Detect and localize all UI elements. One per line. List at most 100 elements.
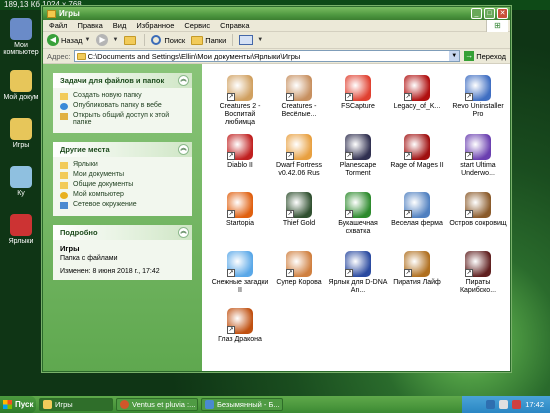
folder-icon bbox=[47, 9, 56, 18]
back-button[interactable]: ◀ Назад ▼ bbox=[47, 34, 90, 46]
menu-favorites[interactable]: Избранное bbox=[136, 21, 174, 30]
shortcut-arrow-icon: ↗ bbox=[227, 326, 235, 334]
file-item[interactable]: ↗ Остров сокровищ bbox=[448, 192, 508, 228]
network-tray-icon[interactable] bbox=[486, 400, 496, 409]
views-button[interactable]: ▼ bbox=[239, 35, 263, 45]
taskbar-button-paint[interactable]: Безымянный - Б... bbox=[201, 398, 283, 411]
window-titlebar[interactable]: Игры _ □ ✕ bbox=[43, 7, 510, 20]
task-pane: Задачи для файлов и папок ︽ Создать нову… bbox=[43, 64, 202, 371]
file-item[interactable]: ↗ Rage of Mages II bbox=[387, 134, 447, 170]
taskbar-button-browser[interactable]: Ventus et pluvia :... bbox=[116, 398, 198, 411]
file-item[interactable]: ↗ FSCapture bbox=[328, 75, 388, 111]
folders-icon bbox=[191, 35, 204, 45]
file-label: start Ultima Underwo... bbox=[460, 162, 496, 177]
file-item[interactable]: ↗ start Ultima Underwo... bbox=[448, 134, 508, 178]
menu-view[interactable]: Вид bbox=[113, 21, 127, 30]
file-label: Thief Gold bbox=[282, 220, 316, 227]
file-item[interactable]: ↗ Creatures - Весёлые... bbox=[269, 75, 329, 119]
app-icon bbox=[10, 166, 32, 188]
place-my-computer[interactable]: Мой компьютер bbox=[60, 191, 186, 199]
file-item[interactable]: ↗ Пираты Карибско... bbox=[448, 251, 508, 295]
explorer-window: Игры _ □ ✕ Файл Правка Вид Избранное Сер… bbox=[42, 6, 511, 372]
shortcut-arrow-icon: ↗ bbox=[227, 269, 235, 277]
address-input[interactable]: C:\Documents and Settings\Ellin\Мои доку… bbox=[73, 50, 461, 62]
island-icon: ↗ bbox=[465, 192, 491, 218]
computer-icon bbox=[60, 192, 68, 199]
maximize-button[interactable]: □ bbox=[484, 8, 495, 19]
file-item[interactable]: ↗ Ярлык для D-DNA An... bbox=[328, 251, 388, 295]
shortcut-arrow-icon: ↗ bbox=[286, 93, 294, 101]
file-item[interactable]: ↗ Legacy_of_K... bbox=[387, 75, 447, 111]
file-item[interactable]: ↗ Startopia bbox=[210, 192, 270, 228]
file-item[interactable]: ↗ Dwarf Fortress v0.42.06 Rus bbox=[269, 134, 329, 178]
network-icon bbox=[60, 202, 68, 209]
places-panel-header[interactable]: Другие места ︽ bbox=[53, 142, 192, 157]
details-modified: Изменен: 8 июня 2018 г., 17:42 bbox=[60, 268, 160, 275]
file-label: Супер Корова bbox=[276, 279, 322, 286]
go-button[interactable]: → Переход bbox=[464, 51, 506, 61]
up-button[interactable] bbox=[124, 35, 138, 45]
menu-help[interactable]: Справка bbox=[220, 21, 249, 30]
file-item[interactable]: ↗ Пиратия Лайф bbox=[387, 251, 447, 287]
file-item[interactable]: ↗ Веселая ферма bbox=[387, 192, 447, 228]
globe-icon bbox=[60, 103, 68, 110]
language-tray-icon[interactable] bbox=[512, 400, 522, 409]
place-label: Мой компьютер bbox=[73, 191, 124, 198]
menu-tools[interactable]: Сервис bbox=[184, 21, 210, 30]
file-item[interactable]: ↗ Revo Uninstaller Pro bbox=[448, 75, 508, 119]
place-network[interactable]: Сетевое окружение bbox=[60, 201, 186, 209]
snow-icon: ↗ bbox=[227, 251, 253, 277]
details-panel-header[interactable]: Подробно ︽ bbox=[53, 225, 192, 240]
desktop-icon-my-documents[interactable]: Мой докум bbox=[0, 70, 42, 101]
browser-icon bbox=[120, 400, 129, 409]
shortcut-arrow-icon: ↗ bbox=[286, 152, 294, 160]
file-item[interactable]: ↗ Супер Корова bbox=[269, 251, 329, 287]
file-item[interactable]: ↗ Глаз Дракона bbox=[210, 308, 270, 344]
collapse-chevron-icon[interactable]: ︽ bbox=[178, 144, 189, 155]
task-share-folder[interactable]: Открыть общий доступ к этой папке bbox=[60, 112, 186, 126]
desktop-icon-games[interactable]: Игры bbox=[0, 118, 42, 149]
forward-button[interactable]: ▶ ▼ bbox=[96, 34, 118, 46]
folders-label: Папки bbox=[205, 35, 227, 45]
desktop-icon-my-computer[interactable]: Мои компьютер bbox=[0, 18, 42, 56]
task-new-folder[interactable]: Создать новую папку bbox=[60, 92, 186, 100]
file-item[interactable]: ↗ Букашечная схватка bbox=[328, 192, 388, 236]
minimize-button[interactable]: _ bbox=[471, 8, 482, 19]
startopia-icon: ↗ bbox=[227, 192, 253, 218]
file-item[interactable]: ↗ Снежные загадки II bbox=[210, 251, 270, 295]
start-button[interactable]: Пуск bbox=[0, 396, 36, 413]
chevron-down-icon[interactable]: ▼ bbox=[449, 51, 460, 61]
place-label: Мои документы bbox=[73, 171, 125, 178]
file-item[interactable]: ↗ Creatures 2 - Воспитай любимца bbox=[210, 75, 270, 127]
tasks-panel-header[interactable]: Задачи для файлов и папок ︽ bbox=[53, 73, 192, 88]
collapse-chevron-icon[interactable]: ︽ bbox=[178, 75, 189, 86]
shortcut-arrow-icon: ↗ bbox=[227, 93, 235, 101]
tasks-panel: Задачи для файлов и папок ︽ Создать нову… bbox=[53, 73, 192, 133]
taskbar-button-games[interactable]: Игры bbox=[39, 398, 113, 411]
collapse-chevron-icon[interactable]: ︽ bbox=[178, 227, 189, 238]
search-button[interactable]: Поиск bbox=[151, 35, 185, 45]
place-shared-documents[interactable]: Общие документы bbox=[60, 181, 186, 189]
folders-button[interactable]: Папки bbox=[191, 35, 227, 45]
shortcut-arrow-icon: ↗ bbox=[227, 152, 235, 160]
volume-tray-icon[interactable] bbox=[499, 400, 509, 409]
menu-file[interactable]: Файл bbox=[49, 21, 67, 30]
task-publish-web[interactable]: Опубликовать папку в вебе bbox=[60, 102, 186, 110]
thief-icon: ↗ bbox=[286, 192, 312, 218]
tasks-panel-title: Задачи для файлов и папок bbox=[60, 76, 165, 85]
place-my-documents[interactable]: Мои документы bbox=[60, 171, 186, 179]
file-item[interactable]: ↗ Diablo II bbox=[210, 134, 270, 170]
close-button[interactable]: ✕ bbox=[497, 8, 508, 19]
desktop-icon-app[interactable]: Ку bbox=[0, 166, 42, 197]
desktop-icon-label: Ку bbox=[17, 190, 25, 197]
place-shortcuts[interactable]: Ярлыки bbox=[60, 161, 186, 169]
file-label: Пиратия Лайф bbox=[393, 279, 441, 286]
desktop-icon-shortcuts[interactable]: Ярлыки bbox=[0, 214, 42, 245]
revo-icon: ↗ bbox=[465, 75, 491, 101]
file-item[interactable]: ↗ Planescape Torment bbox=[328, 134, 388, 178]
menu-edit[interactable]: Правка bbox=[77, 21, 102, 30]
window-content: Задачи для файлов и папок ︽ Создать нову… bbox=[43, 64, 510, 371]
taskbar: Пуск Игры Ventus et pluvia :... Безымянн… bbox=[0, 396, 550, 413]
file-item[interactable]: ↗ Thief Gold bbox=[269, 192, 329, 228]
file-label: Startopia bbox=[225, 220, 255, 227]
